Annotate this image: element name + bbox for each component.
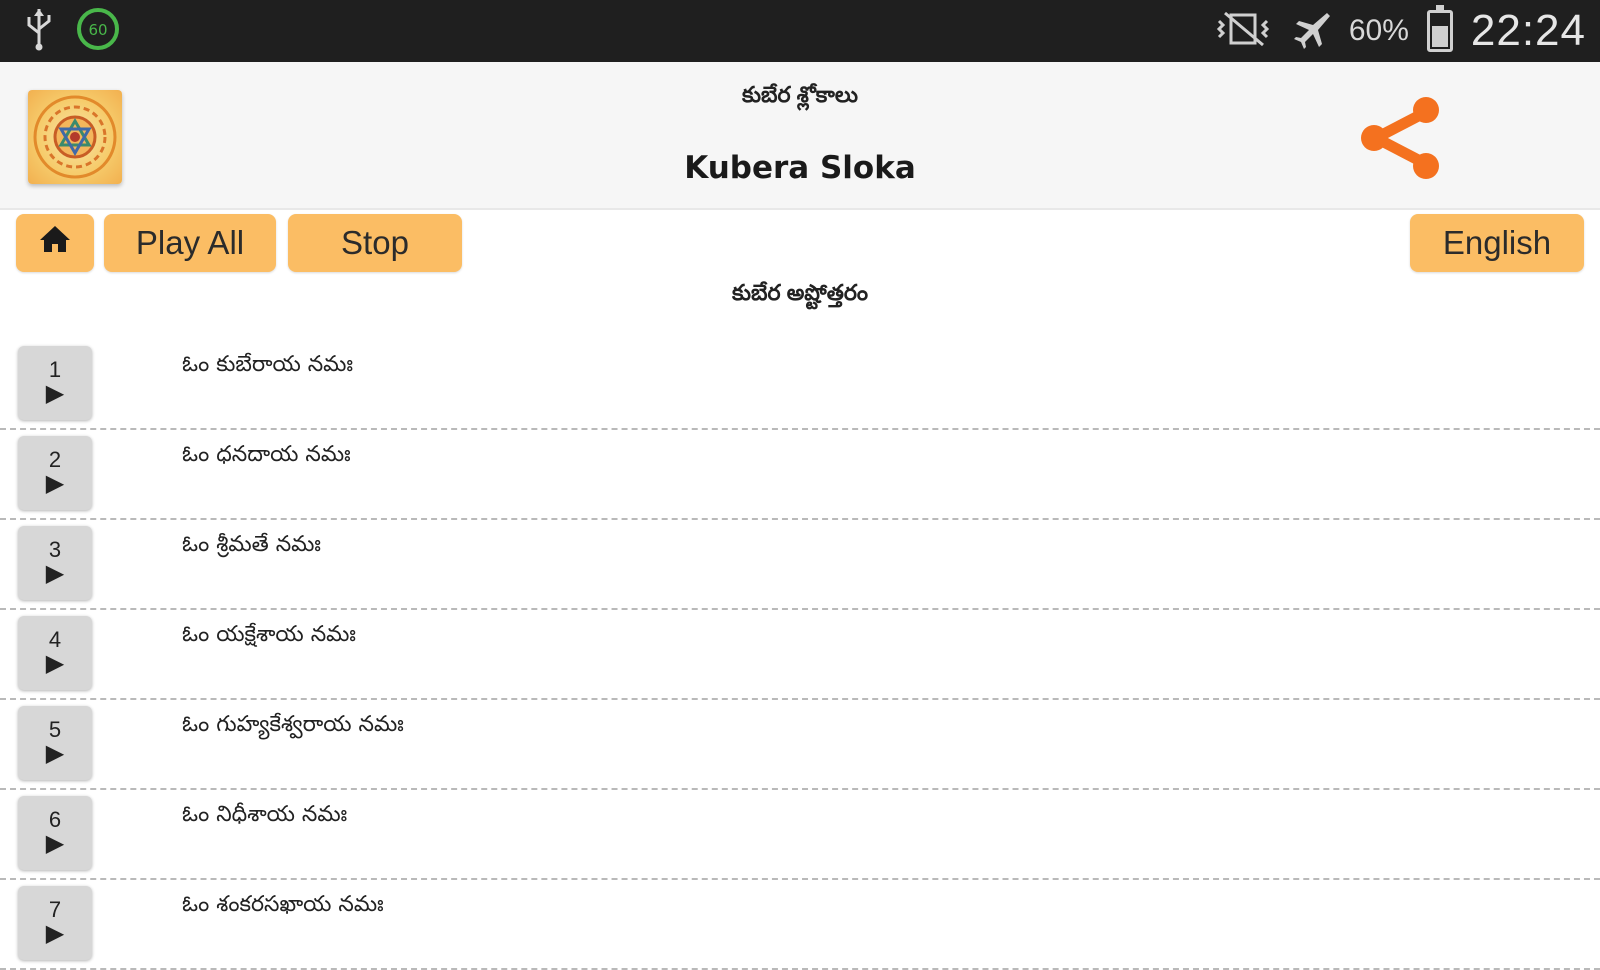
play-item-button[interactable]: 6 ▶ <box>18 796 92 870</box>
play-item-button[interactable]: 4 ▶ <box>18 616 92 690</box>
section-title: కుబేర అష్టోత్తరం <box>731 280 869 305</box>
status-bar: 60 60% 22:24 <box>0 0 1600 62</box>
play-icon: ▶ <box>45 830 65 857</box>
play-item-button[interactable]: 1 ▶ <box>18 346 92 420</box>
list-item: 2 ▶ ఓం ధనదాయ నమః <box>0 430 1600 520</box>
play-item-button[interactable]: 5 ▶ <box>18 706 92 780</box>
share-icon[interactable] <box>1354 90 1450 186</box>
clock: 22:24 <box>1470 6 1586 55</box>
item-number: 1 <box>48 357 62 382</box>
play-icon: ▶ <box>45 650 65 677</box>
play-icon: ▶ <box>45 920 65 947</box>
item-text: ఓం గుహ్యకేశ్వరాయ నమః <box>182 712 404 737</box>
item-number: 2 <box>48 447 62 472</box>
item-number: 3 <box>48 537 62 562</box>
play-item-button[interactable]: 2 ▶ <box>18 436 92 510</box>
list-item: 6 ▶ ఓం నిధీశాయ నమః <box>0 790 1600 880</box>
status-right: 60% 22:24 <box>1213 5 1586 56</box>
item-text: ఓం నిధీశాయ నమః <box>182 802 348 827</box>
play-item-button[interactable]: 3 ▶ <box>18 526 92 600</box>
item-text: ఓం కుబేరాయ నమః <box>182 352 353 377</box>
play-icon: ▶ <box>45 740 65 767</box>
stop-button[interactable]: Stop <box>288 214 462 272</box>
battery-icon <box>1426 5 1453 52</box>
play-icon: ▶ <box>45 380 65 407</box>
item-text: ఓం శంకరసఖాయ నమః <box>182 892 384 917</box>
status-left: 60 <box>24 7 120 56</box>
item-number: 6 <box>48 807 62 832</box>
language-button[interactable]: English <box>1410 214 1584 272</box>
sloka-list: 1 ▶ ఓం కుబేరాయ నమః 2 ▶ ఓం ధనదాయ నమః 3 ▶ … <box>0 340 1600 970</box>
play-icon: ▶ <box>45 470 65 497</box>
item-number: 7 <box>48 897 62 922</box>
item-text: ఓం శ్రీమతే నమః <box>182 532 321 557</box>
play-all-button[interactable]: Play All <box>104 214 276 272</box>
item-text: ఓం యక్షేశాయ నమః <box>182 622 356 647</box>
list-item: 5 ▶ ఓం గుహ్యకేశ్వరాయ నమః <box>0 700 1600 790</box>
item-number: 5 <box>48 717 62 742</box>
play-item-button[interactable]: 7 ▶ <box>18 886 92 960</box>
usb-icon <box>24 7 54 56</box>
home-icon <box>38 224 72 262</box>
airplane-mode-icon <box>1291 9 1331 54</box>
toolbar: Play All Stop English <box>0 210 1600 272</box>
list-item: 7 ▶ ఓం శంకరసఖాయ నమః <box>0 880 1600 970</box>
home-button[interactable] <box>16 214 94 272</box>
list-item: 4 ▶ ఓం యక్షేశాయ నమః <box>0 610 1600 700</box>
item-number: 4 <box>48 627 62 652</box>
vibrate-mute-icon <box>1213 9 1273 54</box>
notification-60-icon: 60 <box>76 7 120 56</box>
play-icon: ▶ <box>45 560 65 587</box>
item-text: ఓం ధనదాయ నమః <box>182 442 351 467</box>
battery-percent: 60% <box>1348 14 1409 47</box>
app-header: కుబేర శ్లోకాలు Kubera Sloka <box>0 62 1600 210</box>
list-item: 1 ▶ ఓం కుబేరాయ నమః <box>0 340 1600 430</box>
svg-text:60: 60 <box>88 21 107 39</box>
list-item: 3 ▶ ఓం శ్రీమతే నమః <box>0 520 1600 610</box>
